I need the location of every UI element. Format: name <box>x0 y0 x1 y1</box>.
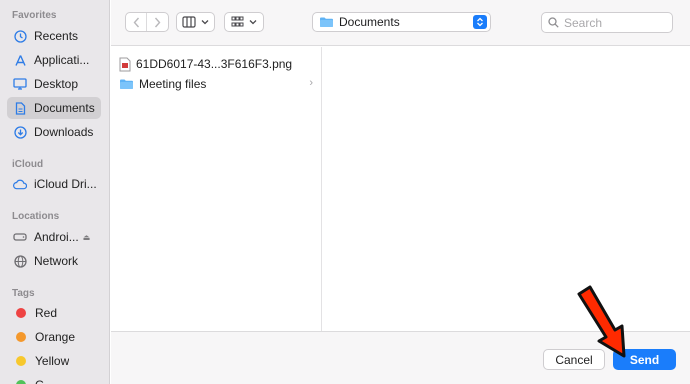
folder-icon <box>320 17 333 27</box>
back-forward-group <box>125 12 169 32</box>
image-file-icon <box>119 57 131 71</box>
location-label: Documents <box>339 15 400 29</box>
document-icon <box>13 101 27 115</box>
chevron-right-icon: › <box>309 77 313 89</box>
icloud-header: iCloud <box>12 159 44 170</box>
search-field[interactable] <box>541 12 673 33</box>
forward-button[interactable] <box>147 13 168 31</box>
eject-icon[interactable]: ⏏ <box>83 233 91 242</box>
network-icon <box>13 254 27 268</box>
sidebar: Favorites Recents Applicati... Desktop D… <box>0 0 110 384</box>
sidebar-item-tag-red[interactable]: Red <box>7 302 101 324</box>
desktop-icon <box>13 77 27 91</box>
green-tag-icon <box>16 380 26 384</box>
red-tag-icon <box>16 308 26 318</box>
up-down-arrows-icon <box>473 15 487 29</box>
location-popup[interactable]: Documents <box>312 12 491 32</box>
sidebar-item-documents[interactable]: Documents <box>7 97 101 119</box>
tags-header: Tags <box>12 288 35 299</box>
sidebar-item-tag-orange[interactable]: Orange <box>7 326 101 348</box>
search-input[interactable] <box>564 15 664 30</box>
cloud-icon <box>13 177 27 191</box>
orange-tag-icon <box>16 332 26 342</box>
list-item-meeting-files[interactable]: Meeting files › <box>119 75 317 93</box>
sidebar-item-recents[interactable]: Recents <box>7 25 101 47</box>
drive-icon <box>13 230 27 244</box>
download-icon <box>13 125 27 139</box>
favorites-header: Favorites <box>12 10 57 21</box>
group-button[interactable] <box>224 12 264 32</box>
search-icon <box>548 17 559 28</box>
file-dialog: Favorites Recents Applicati... Desktop D… <box>0 0 690 384</box>
columns-view-icon <box>182 16 196 28</box>
toolbar: Documents <box>111 0 690 46</box>
clock-icon <box>13 29 27 43</box>
sidebar-item-network[interactable]: Network <box>7 250 101 272</box>
yellow-tag-icon <box>16 356 26 366</box>
locations-header: Locations <box>12 211 60 222</box>
grid-group-icon <box>231 16 244 27</box>
sidebar-item-icloud-drive[interactable]: iCloud Dri... <box>7 173 101 195</box>
chevron-left-icon <box>133 17 139 27</box>
folder-icon <box>120 79 133 89</box>
applications-icon <box>13 53 27 67</box>
chevron-down-icon <box>201 20 209 25</box>
chevron-right-icon <box>154 17 161 27</box>
view-mode-button[interactable] <box>176 12 215 32</box>
sidebar-item-desktop[interactable]: Desktop <box>7 73 101 95</box>
chevron-down-icon <box>249 20 257 25</box>
back-button[interactable] <box>126 13 147 31</box>
browser-column: 61DD6017-43...3F616F3.png Meeting files … <box>111 47 322 331</box>
sidebar-item-tag-green[interactable]: G <box>7 374 101 384</box>
sidebar-item-applications[interactable]: Applicati... <box>7 49 101 71</box>
list-item-png-file[interactable]: 61DD6017-43...3F616F3.png <box>119 55 317 73</box>
sidebar-item-downloads[interactable]: Downloads <box>7 121 101 143</box>
sidebar-item-android[interactable]: Androi... ⏏ <box>7 226 101 248</box>
annotation-arrow-icon <box>577 285 626 358</box>
sidebar-item-tag-yellow[interactable]: Yellow <box>7 350 101 372</box>
